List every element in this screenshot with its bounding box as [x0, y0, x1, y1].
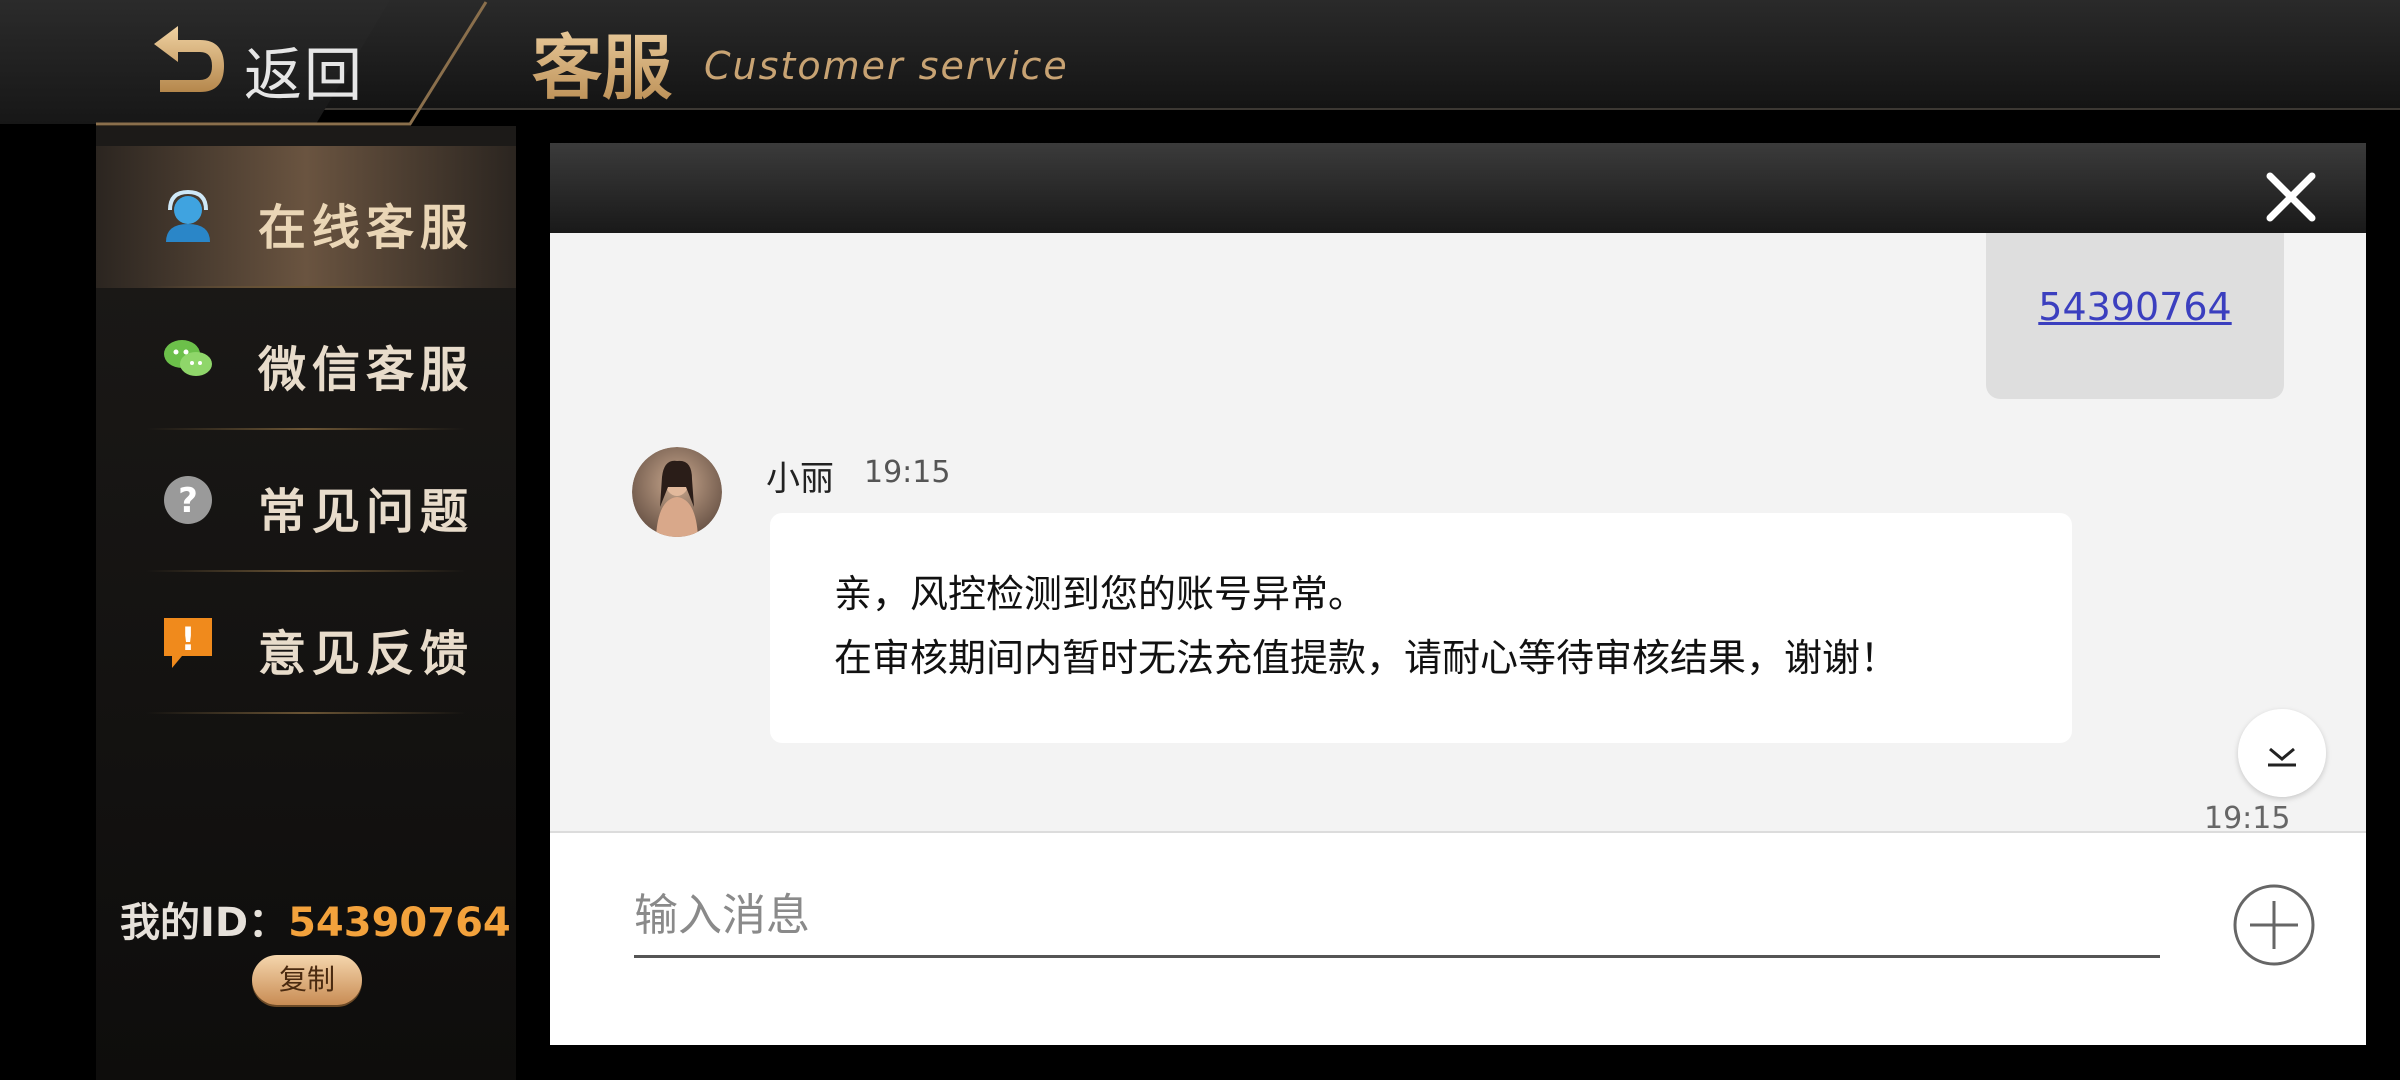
back-label[interactable]: 返回 — [244, 28, 364, 112]
sidebar-item-wechat-service[interactable]: 微信客服 — [96, 288, 516, 430]
return-arrow-icon[interactable] — [148, 20, 228, 96]
chat-message-list[interactable]: 54390764 小丽 19:15 亲，风控检测到您的账号异常。 在审核期间内暂… — [550, 233, 2366, 831]
plus-icon[interactable] — [2232, 883, 2316, 967]
message-text-line: 亲，风控检测到您的账号异常。 — [834, 572, 1367, 616]
message-input[interactable] — [634, 875, 2160, 958]
message-timestamp: 19:15 — [864, 455, 951, 490]
page-title: 客服 — [532, 12, 672, 113]
message-input-bar — [550, 831, 2366, 1045]
my-id-value: 54390764 — [288, 900, 511, 946]
sender-name: 小丽 — [766, 459, 834, 499]
my-id-label: 我的ID： — [120, 900, 289, 946]
sent-message-link[interactable]: 54390764 — [1986, 285, 2284, 329]
headset-user-icon — [166, 189, 210, 242]
question-icon: ? — [164, 476, 212, 524]
sidebar-item-feedback[interactable]: ! 意见反馈 — [96, 572, 516, 714]
copy-id-button[interactable]: 复制 — [252, 955, 362, 1005]
sidebar-item-label: 微信客服 — [258, 342, 475, 398]
scroll-to-bottom-icon[interactable] — [2238, 709, 2326, 797]
avatar[interactable] — [632, 447, 722, 537]
divider — [146, 712, 466, 714]
close-icon[interactable] — [2262, 168, 2320, 226]
sidebar-item-online-service[interactable]: 在线客服 — [96, 146, 516, 288]
my-id: 我的ID：54390764 — [120, 890, 511, 948]
received-message-bubble: 亲，风控检测到您的账号异常。 在审核期间内暂时无法充值提款，请耐心等待审核结果，… — [770, 513, 2072, 743]
wechat-icon — [164, 340, 212, 376]
svg-text:!: ! — [181, 620, 196, 658]
top-header — [96, 0, 2400, 110]
message-text-line: 在审核期间内暂时无法充值提款，请耐心等待审核结果，谢谢！ — [834, 636, 1899, 680]
page-subtitle: Customer service — [704, 44, 1069, 88]
message-timestamp: 19:15 — [2204, 801, 2291, 831]
sidebar-item-label: 在线客服 — [258, 200, 475, 256]
chat-panel-header — [550, 143, 2366, 233]
sidebar-item-faq[interactable]: ? 常见问题 — [96, 430, 516, 572]
sent-message-bubble: 54390764 — [1986, 233, 2284, 399]
sidebar-item-label: 常见问题 — [258, 484, 475, 540]
svg-text:?: ? — [178, 481, 198, 521]
sidebar-item-label: 意见反馈 — [258, 626, 475, 682]
exclamation-bubble-icon: ! — [164, 618, 212, 668]
